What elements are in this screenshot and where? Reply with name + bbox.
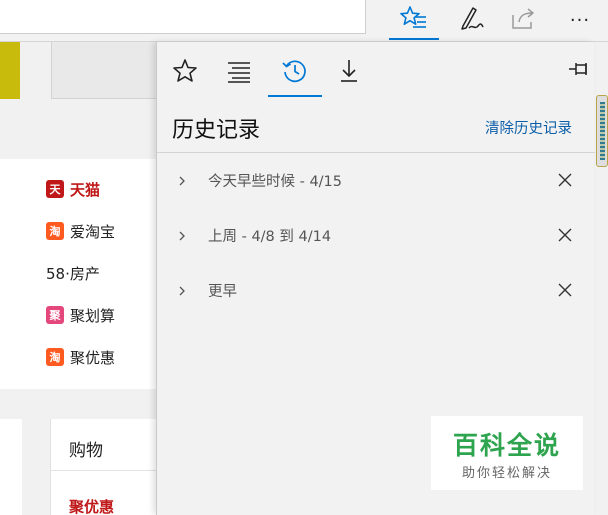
address-bar[interactable]	[0, 0, 366, 34]
link-label: 天猫	[70, 180, 101, 199]
history-group-today[interactable]: 今天早些时候 - 4/15	[157, 161, 595, 201]
search-box-fragment	[51, 42, 156, 99]
more-icon: ···	[569, 9, 591, 31]
reading-list-icon	[225, 58, 253, 88]
divider	[50, 470, 156, 471]
link-juyouhui[interactable]: 淘 聚优惠	[46, 346, 115, 368]
divider	[157, 152, 595, 153]
history-group-label: 更早	[208, 284, 237, 300]
close-icon[interactable]	[556, 281, 574, 303]
watermark-title: 百科全说	[452, 431, 561, 460]
more-button[interactable]: ···	[555, 0, 605, 40]
banner-fragment	[0, 42, 20, 99]
web-note-button[interactable]	[446, 0, 496, 40]
browser-toolbar: ···	[0, 0, 608, 42]
history-icon	[281, 57, 309, 89]
watermark-logo: 百科全说 助你轻松解决	[431, 416, 583, 490]
link-tmall[interactable]: 天 天猫	[46, 178, 100, 200]
watermark-subtitle: 助你轻松解决	[461, 466, 552, 481]
juhuasuan-icon: 聚	[46, 306, 64, 324]
taobao-icon: 淘	[46, 348, 64, 366]
link-label: 聚划算	[70, 306, 116, 325]
download-icon	[336, 58, 362, 88]
pin-icon	[567, 63, 591, 84]
history-group-label: 今天早些时候 - 4/15	[208, 174, 343, 190]
link-label: 聚优惠	[70, 348, 116, 367]
tab-favorites[interactable]	[165, 50, 205, 96]
panel-title: 历史记录	[172, 118, 261, 143]
star-icon	[172, 58, 198, 88]
close-icon[interactable]	[556, 226, 574, 248]
link-label: 58·房产	[46, 264, 100, 283]
link-juhuasuan[interactable]: 聚 聚划算	[46, 304, 115, 326]
tab-history[interactable]	[268, 50, 322, 97]
link-label: 爱淘宝	[70, 222, 116, 241]
favorites-hub-button[interactable]	[389, 0, 439, 40]
shopping-link-juyouhui[interactable]: 聚优惠	[69, 496, 114, 515]
history-group-last-week[interactable]: 上周 - 4/8 到 4/14	[157, 216, 595, 256]
chevron-right-icon	[177, 173, 187, 192]
link-aitaobao[interactable]: 淘 爱淘宝	[46, 220, 115, 242]
chevron-right-icon	[177, 228, 187, 247]
shopping-title: 购物	[69, 441, 103, 461]
card-fragment	[0, 419, 22, 515]
tab-reading-list[interactable]	[219, 50, 259, 96]
clear-history-link[interactable]: 清除历史记录	[485, 117, 572, 138]
scrollbar-thumb[interactable]	[596, 95, 608, 167]
star-lines-icon	[400, 4, 428, 36]
web-page: 天 天猫 淘 爱淘宝 58·房产 聚 聚划算 淘 聚优惠 购物 聚优惠	[0, 42, 156, 515]
share-button[interactable]	[499, 0, 549, 40]
pin-pane-button[interactable]	[567, 58, 591, 84]
chevron-right-icon	[177, 283, 187, 302]
share-icon	[510, 4, 538, 36]
scrollbar-grip	[600, 102, 605, 160]
history-group-older[interactable]: 更早	[157, 271, 595, 311]
pen-icon	[457, 4, 485, 36]
history-group-label: 上周 - 4/8 到 4/14	[208, 229, 332, 245]
taobao-icon: 淘	[46, 222, 64, 240]
link-58-house[interactable]: 58·房产	[46, 262, 100, 284]
tmall-icon: 天	[46, 180, 64, 198]
close-icon[interactable]	[556, 171, 574, 193]
tab-downloads[interactable]	[329, 50, 369, 96]
